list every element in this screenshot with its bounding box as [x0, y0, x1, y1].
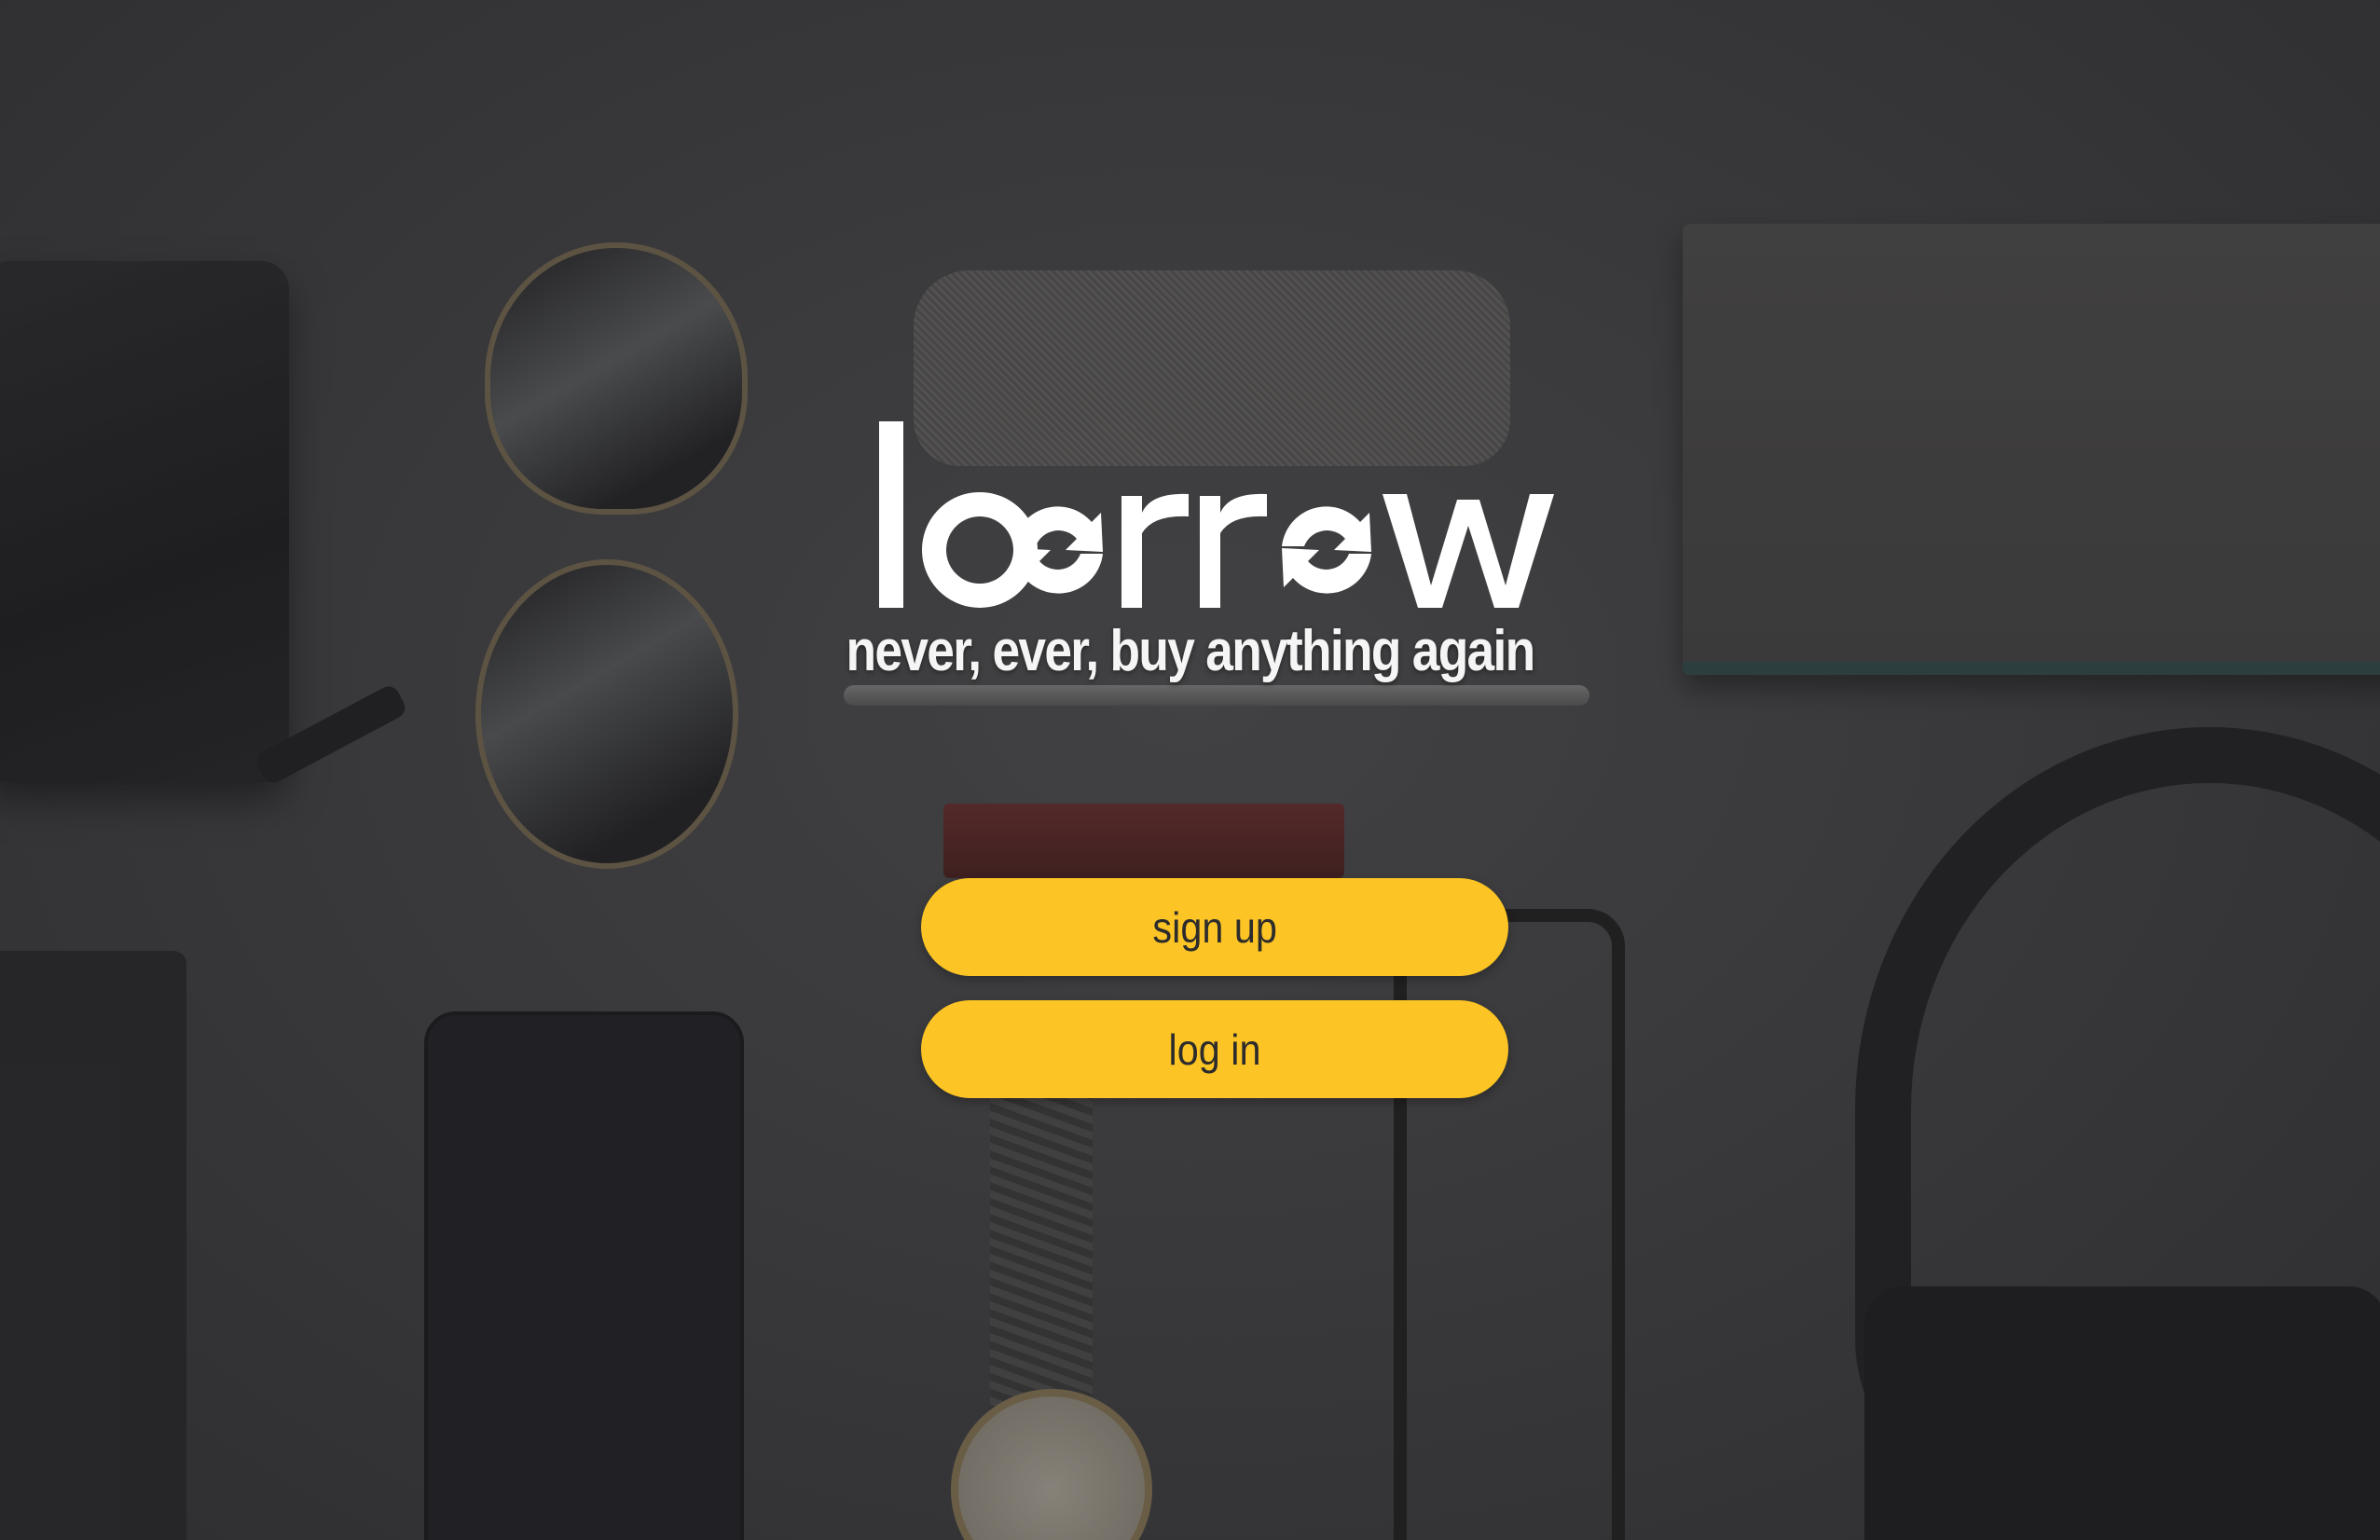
tagline: never, ever, buy anything again — [846, 619, 1536, 683]
logo-letter-b — [879, 421, 1038, 608]
landing-screen: borrow — [0, 0, 2380, 1540]
logo-o-refresh-arrows-icon — [1282, 506, 1371, 594]
sign-up-button-label: sign up — [1152, 903, 1277, 952]
log-in-button[interactable]: log in — [921, 1000, 1508, 1098]
logo-letter-r — [1200, 493, 1267, 608]
hero-section: borrow — [0, 0, 2380, 1540]
sign-up-button[interactable]: sign up — [921, 878, 1508, 976]
log-in-button-label: log in — [1168, 1025, 1261, 1074]
logo-letter-r — [1121, 493, 1189, 608]
borrow-logo-graphic: borrow — [879, 421, 1554, 608]
borrow-logo: borrow — [872, 410, 1561, 625]
logo-letter-w — [1383, 494, 1554, 608]
